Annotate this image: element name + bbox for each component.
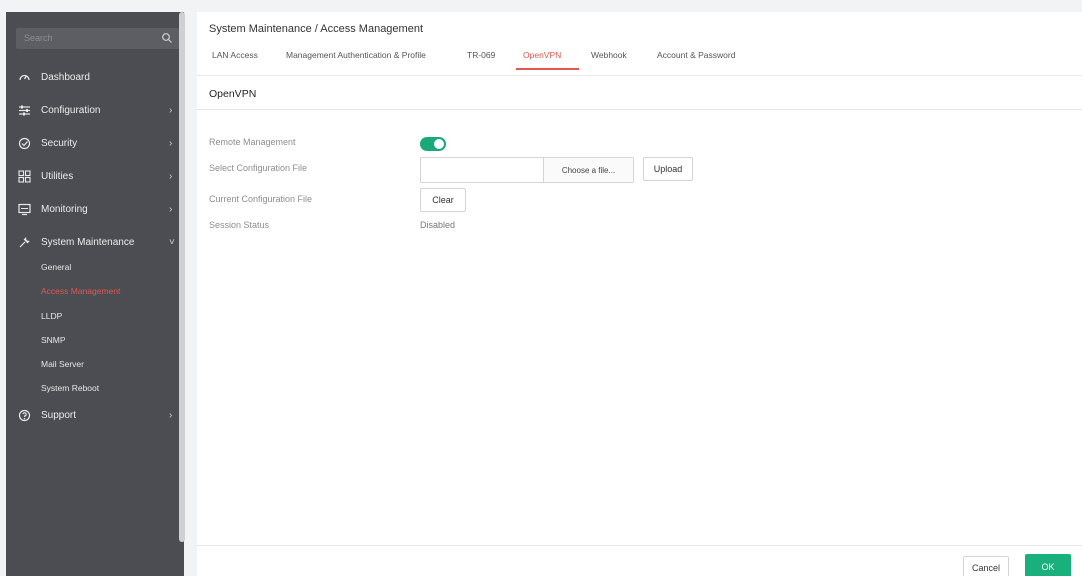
sidebar-item-label: Monitoring bbox=[41, 203, 88, 215]
grid-icon bbox=[18, 169, 31, 183]
sidebar-subitem-lldp[interactable]: LLDP bbox=[41, 311, 62, 321]
sidebar-scrollbar[interactable] bbox=[179, 12, 185, 542]
remote-management-label: Remote Management bbox=[209, 137, 296, 147]
sidebar: Search Dashboard Configuration › Securit… bbox=[6, 12, 184, 576]
sidebar-subitem-access-management[interactable]: Access Management bbox=[41, 286, 120, 296]
dashboard-icon bbox=[19, 74, 30, 80]
chevron-right-icon: › bbox=[169, 409, 173, 421]
clear-button[interactable]: Clear bbox=[420, 188, 466, 212]
cancel-button[interactable]: Cancel bbox=[963, 556, 1009, 576]
sliders-icon bbox=[19, 105, 30, 115]
content-panel: OpenVPN Remote Management Select Configu… bbox=[197, 75, 1082, 545]
tab-management-authentication[interactable]: Management Authentication & Profile bbox=[286, 50, 426, 60]
current-config-label: Current Configuration File bbox=[209, 194, 313, 204]
tab-account-password[interactable]: Account & Password bbox=[657, 50, 735, 60]
search-box[interactable]: Search bbox=[16, 28, 179, 49]
sidebar-item-configuration[interactable]: Configuration › bbox=[6, 94, 184, 126]
chevron-right-icon: › bbox=[169, 104, 173, 116]
sidebar-item-utilities[interactable]: Utilities › bbox=[6, 160, 184, 192]
tab-lan-access[interactable]: LAN Access bbox=[212, 50, 258, 60]
breadcrumb: System Maintenance / Access Management bbox=[209, 23, 423, 35]
sidebar-subitem-snmp[interactable]: SNMP bbox=[41, 335, 66, 345]
remote-management-toggle[interactable] bbox=[420, 137, 446, 151]
divider bbox=[197, 109, 1082, 110]
chevron-down-icon: ˅ bbox=[169, 236, 175, 248]
sidebar-item-dashboard[interactable]: Dashboard bbox=[6, 61, 184, 93]
chevron-right-icon: › bbox=[169, 137, 173, 149]
sidebar-item-system-maintenance[interactable]: System Maintenance ˅ bbox=[6, 226, 184, 258]
wrench-icon bbox=[19, 236, 30, 247]
search-input[interactable]: Search bbox=[24, 33, 53, 43]
monitor-icon bbox=[18, 203, 31, 215]
select-config-label: Select Configuration File bbox=[209, 163, 308, 173]
sidebar-item-label: System Maintenance bbox=[41, 236, 135, 248]
sidebar-item-label: Dashboard bbox=[41, 71, 90, 83]
config-file-input[interactable]: Choose a file... bbox=[420, 157, 634, 183]
tab-webhook[interactable]: Webhook bbox=[591, 50, 627, 60]
sidebar-item-support[interactable]: Support › bbox=[6, 399, 184, 431]
sidebar-subitem-system-reboot[interactable]: System Reboot bbox=[41, 383, 99, 393]
section-title: OpenVPN bbox=[209, 88, 257, 100]
choose-file-button[interactable]: Choose a file... bbox=[543, 158, 633, 182]
sidebar-item-security[interactable]: Security › bbox=[6, 127, 184, 159]
sidebar-subitem-general[interactable]: General bbox=[41, 262, 71, 272]
sidebar-item-label: Support bbox=[41, 409, 77, 421]
session-status-value: Disabled bbox=[420, 220, 456, 230]
search-icon[interactable] bbox=[161, 32, 173, 44]
footer-bar: Cancel OK bbox=[197, 545, 1082, 576]
tab-tr069[interactable]: TR-069 bbox=[467, 50, 495, 60]
sidebar-item-label: Configuration bbox=[41, 104, 101, 116]
session-status-label: Session Status bbox=[209, 220, 270, 230]
tab-openvpn[interactable]: OpenVPN bbox=[523, 50, 561, 60]
shield-icon bbox=[18, 137, 31, 149]
sidebar-item-label: Security bbox=[41, 137, 78, 149]
main-panel: System Maintenance / Access Management L… bbox=[197, 12, 1082, 576]
sidebar-subitem-mail-server[interactable]: Mail Server bbox=[41, 359, 84, 369]
chevron-right-icon: › bbox=[169, 203, 173, 215]
help-circle-icon bbox=[18, 409, 31, 421]
toggle-knob bbox=[434, 139, 444, 149]
sidebar-item-monitoring[interactable]: Monitoring › bbox=[6, 193, 184, 225]
sidebar-item-label: Utilities bbox=[41, 170, 74, 182]
ok-button[interactable]: OK bbox=[1025, 554, 1071, 576]
chevron-right-icon: › bbox=[169, 170, 173, 182]
upload-button[interactable]: Upload bbox=[643, 157, 693, 181]
app-window: Search Dashboard Configuration › Securit… bbox=[0, 0, 1082, 576]
active-tab-indicator bbox=[516, 68, 579, 70]
